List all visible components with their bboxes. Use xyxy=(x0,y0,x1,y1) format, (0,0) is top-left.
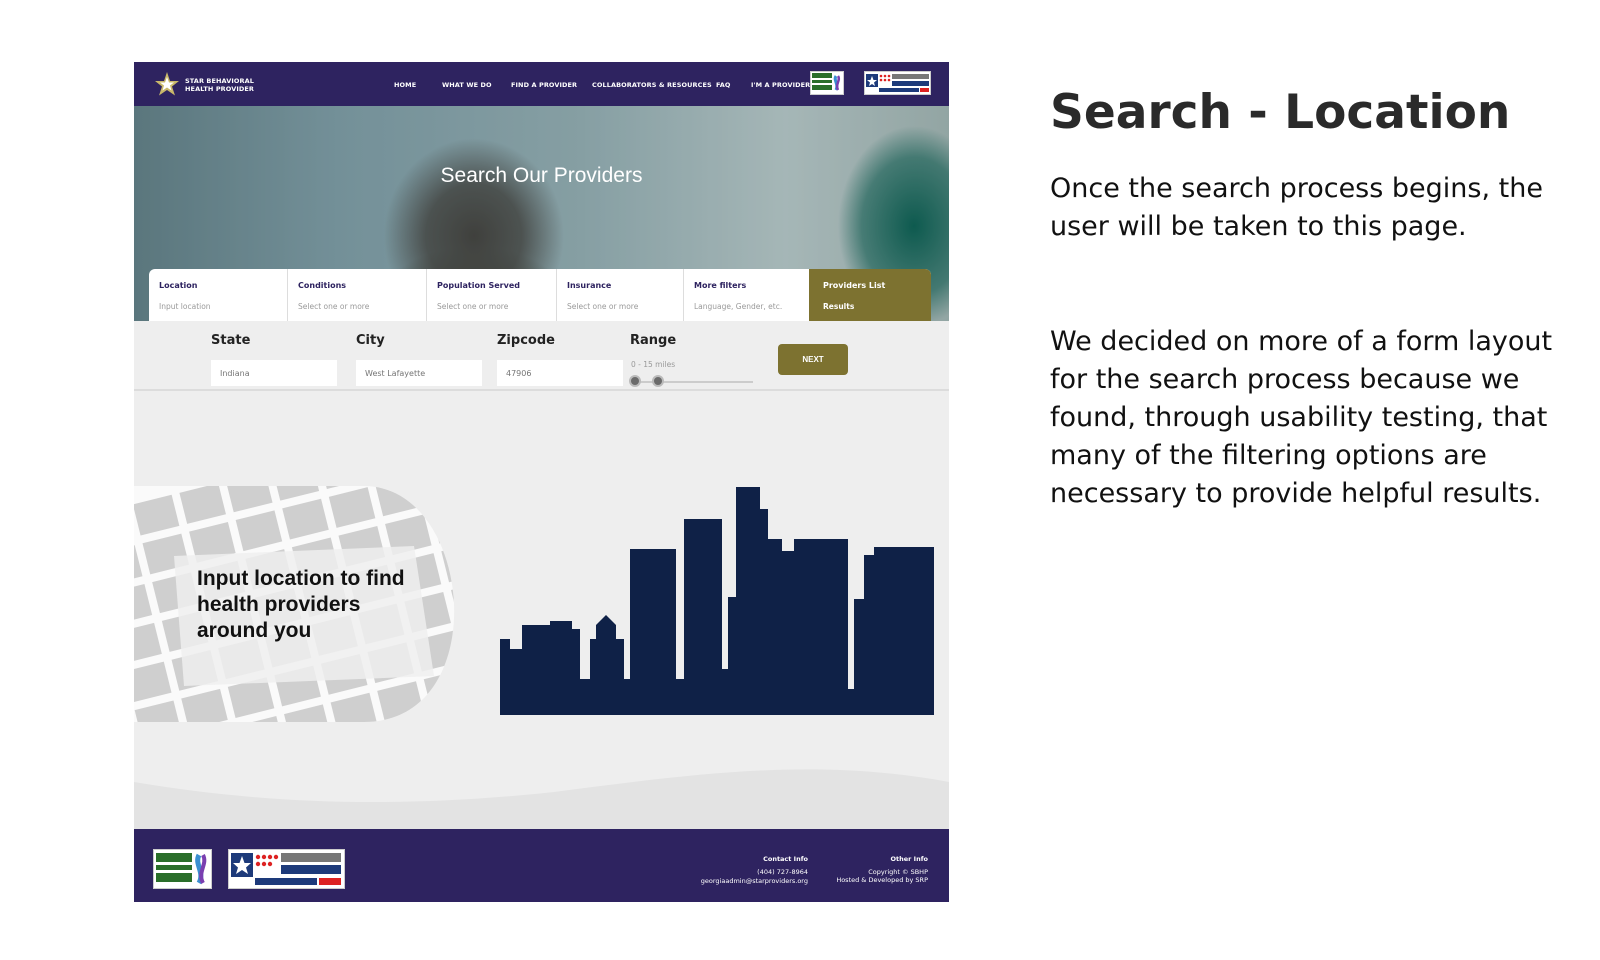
tab-conditions-hint: Select one or more xyxy=(298,302,370,311)
description-paragraph-1: Once the search process begins, the user… xyxy=(1050,173,1543,242)
suicide-lifeline-logo-icon xyxy=(811,72,843,94)
description-paragraph-2: We decided on more of a form layout for … xyxy=(1050,326,1553,509)
range-value-text: 0 - 15 miles xyxy=(631,360,676,369)
zipcode-input[interactable] xyxy=(497,360,623,386)
search-steps-tabs: Location Input location Conditions Selec… xyxy=(149,269,931,321)
nav-what-we-do[interactable]: WHAT WE DO xyxy=(442,81,492,89)
state-input[interactable] xyxy=(211,360,337,386)
contact-email[interactable]: georgiaadmin@starproviders.org xyxy=(701,877,808,885)
tab-conditions[interactable]: Conditions Select one or more xyxy=(288,269,427,321)
state-label: State xyxy=(211,333,251,348)
tab-more-filters-label: More filters xyxy=(694,281,747,290)
footer-veterans-crisis-icon xyxy=(231,853,341,885)
tab-providers-list-label: Providers List xyxy=(823,281,886,290)
decorative-wave-icon xyxy=(134,769,949,832)
range-slider-track[interactable] xyxy=(631,381,753,383)
tab-providers-list-hint: Results xyxy=(823,302,855,311)
tab-more-filters-hint: Language, Gender, etc. xyxy=(694,302,783,311)
tab-providers-list[interactable]: Providers List Results xyxy=(809,269,931,321)
tab-population-served[interactable]: Population Served Select one or more xyxy=(427,269,557,321)
veterans-crisis-badge[interactable] xyxy=(864,71,931,95)
city-skyline-icon xyxy=(500,487,934,715)
star-logo-icon[interactable] xyxy=(154,71,180,97)
nav-find-a-provider[interactable]: FIND A PROVIDER xyxy=(511,81,577,89)
tab-insurance[interactable]: Insurance Select one or more xyxy=(557,269,684,321)
tab-location-label: Location xyxy=(159,281,198,290)
website-mockup: STAR BEHAVIORAL HEALTH PROVIDER HOME WHA… xyxy=(134,62,949,902)
suicide-lifeline-badge[interactable] xyxy=(810,71,844,95)
tab-population-hint: Select one or more xyxy=(437,302,509,311)
nav-collaborators-resources[interactable]: COLLABORATORS & RESOURCES xyxy=(592,81,712,89)
site-footer: Contact Info (404) 727-8964 georgiaadmin… xyxy=(134,829,949,902)
range-label: Range xyxy=(630,333,677,348)
nav-faq[interactable]: FAQ xyxy=(716,81,731,89)
contact-info-heading: Contact Info xyxy=(763,855,808,863)
tab-insurance-label: Insurance xyxy=(567,281,612,290)
range-min-handle[interactable] xyxy=(629,375,641,387)
hosted-by-text: Hosted & Developed by SRP xyxy=(836,876,928,884)
top-navigation: STAR BEHAVIORAL HEALTH PROVIDER HOME WHA… xyxy=(134,62,949,106)
veterans-crisis-logo-icon xyxy=(866,74,929,92)
contact-phone[interactable]: (404) 727-8964 xyxy=(757,868,808,876)
city-label: City xyxy=(356,333,385,348)
tab-population-label: Population Served xyxy=(437,281,520,290)
tab-insurance-hint: Select one or more xyxy=(567,302,639,311)
tab-more-filters[interactable]: More filters Language, Gender, etc. xyxy=(684,269,809,321)
slide-title: Search - Location xyxy=(1050,85,1511,140)
hero-title: Search Our Providers xyxy=(440,164,643,187)
copyright-text: Copyright © SBHP xyxy=(868,868,928,876)
next-button[interactable]: NEXT xyxy=(778,344,848,375)
location-prompt-text: Input location to find health providers … xyxy=(197,567,405,642)
tab-location[interactable]: Location Input location xyxy=(149,269,288,321)
footer-suicide-lifeline-icon xyxy=(156,853,207,885)
nav-home[interactable]: HOME xyxy=(394,81,416,89)
location-form: State City Zipcode Range 0 - 15 miles NE… xyxy=(134,321,949,391)
tab-conditions-label: Conditions xyxy=(298,281,347,290)
city-input[interactable] xyxy=(356,360,482,386)
other-info-heading: Other Info xyxy=(890,855,928,863)
tab-location-hint: Input location xyxy=(159,302,211,311)
footer-suicide-lifeline-badge[interactable] xyxy=(153,849,212,889)
nav-im-a-provider[interactable]: I'M A PROVIDER xyxy=(751,81,810,89)
brand-name[interactable]: STAR BEHAVIORAL HEALTH PROVIDER xyxy=(185,77,275,93)
zipcode-label: Zipcode xyxy=(497,333,555,348)
footer-veterans-crisis-badge[interactable] xyxy=(228,849,345,889)
range-max-handle[interactable] xyxy=(652,375,664,387)
